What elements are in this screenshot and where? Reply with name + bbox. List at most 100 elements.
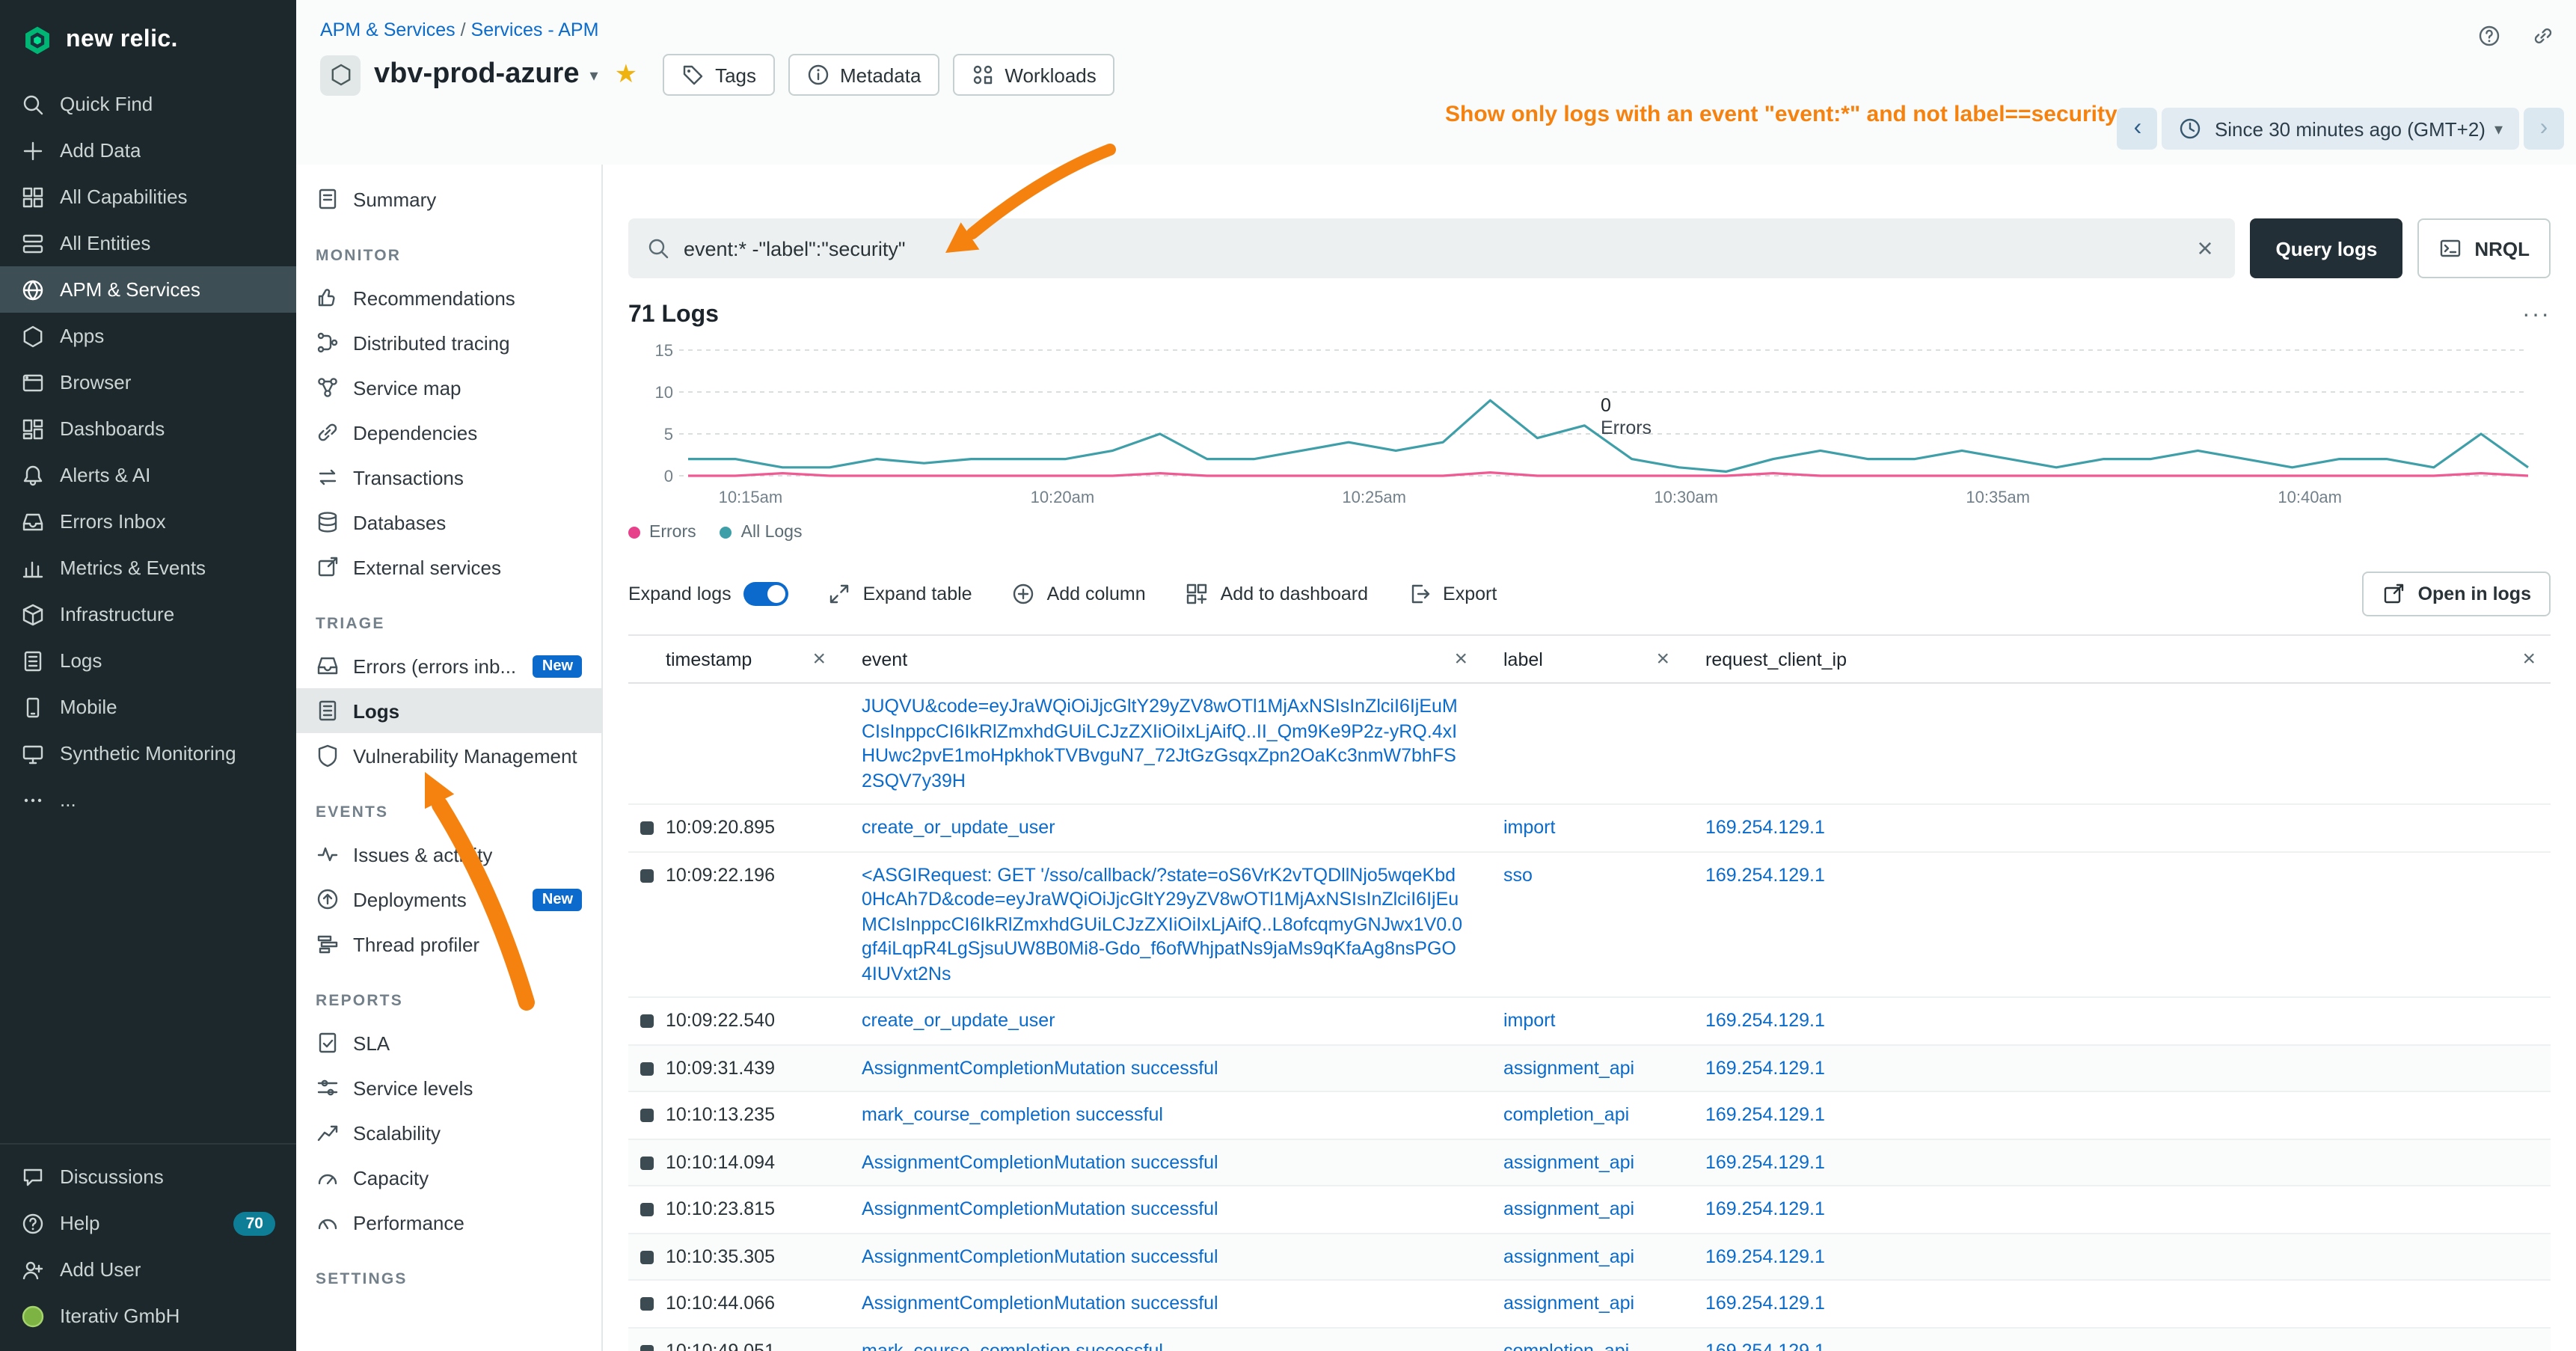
nrql-button[interactable]: NRQL [2417, 218, 2551, 278]
log-event-link[interactable]: AssignmentCompletionMutation successful [862, 1151, 1218, 1172]
sidebar-item-errors-inbox[interactable]: Errors Inbox [0, 498, 296, 545]
log-row[interactable]: 10:10:44.066 AssignmentCompletionMutatio… [628, 1281, 2551, 1328]
column-header-request-client-ip[interactable]: request_client_ip× [1684, 636, 2551, 682]
sidebar-item-help[interactable]: Help70 [0, 1200, 296, 1246]
log-label-link[interactable]: completion_api [1503, 1104, 1629, 1125]
sidebar-item-add-user[interactable]: Add User [0, 1246, 296, 1293]
log-query-input[interactable] [684, 237, 2179, 260]
subnav-item-summary[interactable]: Summary [296, 177, 601, 221]
tags-button[interactable]: Tags [663, 54, 774, 96]
log-ip-link[interactable]: 169.254.129.1 [1705, 1010, 1825, 1031]
query-logs-button[interactable]: Query logs [2250, 218, 2402, 278]
remove-column-icon[interactable]: × [1656, 648, 1669, 670]
log-event-link[interactable]: AssignmentCompletionMutation successful [862, 1198, 1218, 1219]
expand-table-button[interactable]: Expand table [827, 582, 972, 606]
subnav-item-capacity[interactable]: Capacity [296, 1155, 601, 1200]
toggle-on-icon[interactable] [743, 582, 788, 606]
copy-link-icon[interactable] [2525, 18, 2561, 54]
sidebar-item-discussions[interactable]: Discussions [0, 1154, 296, 1200]
subnav-item-errors-errors-inb[interactable]: Errors (errors inb...New [296, 643, 601, 688]
sidebar-item-iterativ-gmbh[interactable]: Iterativ GmbH [0, 1293, 296, 1339]
log-row[interactable]: 10:10:35.305 AssignmentCompletionMutatio… [628, 1234, 2551, 1281]
log-row[interactable]: 10:10:49.051 mark_course_completion succ… [628, 1328, 2551, 1351]
log-label-link[interactable]: completion_api [1503, 1340, 1629, 1351]
subnav-item-issues-activity[interactable]: Issues & activity [296, 832, 601, 877]
remove-column-icon[interactable]: × [2522, 648, 2536, 670]
log-label-link[interactable]: import [1503, 817, 1555, 838]
legend-item-errors[interactable]: Errors [628, 524, 696, 542]
help-circle-icon[interactable] [2471, 18, 2507, 54]
subnav-item-sla[interactable]: SLA [296, 1020, 601, 1065]
log-ip-link[interactable]: 169.254.129.1 [1705, 1198, 1825, 1219]
subnav-item-scalability[interactable]: Scalability [296, 1110, 601, 1155]
log-row[interactable]: 10:10:14.094 AssignmentCompletionMutatio… [628, 1139, 2551, 1186]
log-ip-link[interactable]: 169.254.129.1 [1705, 1340, 1825, 1351]
log-row[interactable]: 10:09:20.895 create_or_update_user impor… [628, 805, 2551, 852]
log-label-link[interactable]: assignment_api [1503, 1198, 1634, 1219]
favorite-star-icon[interactable]: ★ [615, 60, 638, 90]
subnav-item-external-services[interactable]: External services [296, 545, 601, 589]
sidebar-item-infrastructure[interactable]: Infrastructure [0, 591, 296, 637]
sidebar-item-metrics-events[interactable]: Metrics & Events [0, 545, 296, 591]
subnav-item-distributed-tracing[interactable]: Distributed tracing [296, 320, 601, 365]
sidebar-item-apm-services[interactable]: APM & Services [0, 266, 296, 313]
subnav-item-service-map[interactable]: Service map [296, 365, 601, 410]
log-label-link[interactable]: assignment_api [1503, 1246, 1634, 1266]
column-header-event[interactable]: event× [841, 636, 1482, 682]
entity-name[interactable]: vbv-prod-azure [374, 58, 580, 91]
sidebar-item-all-capabilities[interactable]: All Capabilities [0, 174, 296, 220]
open-in-logs-button[interactable]: Open in logs [2363, 572, 2551, 616]
log-row[interactable]: 10:10:13.235 mark_course_completion succ… [628, 1092, 2551, 1139]
log-row[interactable]: 10:09:22.196 <ASGIRequest: GET '/sso/cal… [628, 852, 2551, 998]
log-ip-link[interactable]: 169.254.129.1 [1705, 1246, 1825, 1266]
log-ip-link[interactable]: 169.254.129.1 [1705, 817, 1825, 838]
log-row[interactable]: JUQVU&code=eyJraWQiOiJjcGltY29yZV8wOTl1M… [628, 684, 2551, 805]
log-ip-link[interactable]: 169.254.129.1 [1705, 1057, 1825, 1078]
add-column-button[interactable]: Add column [1011, 582, 1146, 606]
log-label-link[interactable]: import [1503, 1010, 1555, 1031]
log-row[interactable]: 10:09:31.439 AssignmentCompletionMutatio… [628, 1045, 2551, 1092]
log-event-link[interactable]: <ASGIRequest: GET '/sso/callback/?state=… [862, 864, 1462, 984]
sidebar-item-dashboards[interactable]: Dashboards [0, 405, 296, 452]
remove-column-icon[interactable]: × [1454, 648, 1468, 670]
subnav-item-transactions[interactable]: Transactions [296, 455, 601, 500]
remove-column-icon[interactable]: × [812, 648, 826, 670]
subnav-item-performance[interactable]: Performance [296, 1200, 601, 1245]
sidebar-item-alerts-ai[interactable]: Alerts & AI [0, 452, 296, 498]
subnav-item-deployments[interactable]: DeploymentsNew [296, 877, 601, 922]
sidebar-item-browser[interactable]: Browser [0, 359, 296, 405]
log-event-link[interactable]: create_or_update_user [862, 817, 1055, 838]
log-event-link[interactable]: JUQVU&code=eyJraWQiOiJjcGltY29yZV8wOTl1M… [862, 696, 1458, 791]
subnav-item-service-levels[interactable]: Service levels [296, 1065, 601, 1110]
column-header-timestamp[interactable]: timestamp× [628, 636, 841, 682]
subnav-item-databases[interactable]: Databases [296, 500, 601, 545]
log-label-link[interactable]: assignment_api [1503, 1293, 1634, 1314]
log-event-link[interactable]: mark_course_completion successful [862, 1340, 1163, 1351]
expand-logs-toggle[interactable]: Expand logs [628, 582, 788, 606]
log-ip-link[interactable]: 169.254.129.1 [1705, 1293, 1825, 1314]
new-relic-logo[interactable]: new relic. [0, 0, 296, 81]
column-header-label[interactable]: label× [1482, 636, 1684, 682]
log-event-link[interactable]: mark_course_completion successful [862, 1104, 1163, 1125]
export-button[interactable]: Export [1407, 582, 1497, 606]
sidebar-item-logs[interactable]: Logs [0, 637, 296, 684]
subnav-item-dependencies[interactable]: Dependencies [296, 410, 601, 455]
log-label-link[interactable]: assignment_api [1503, 1151, 1634, 1172]
log-label-link[interactable]: assignment_api [1503, 1057, 1634, 1078]
log-event-link[interactable]: AssignmentCompletionMutation successful [862, 1246, 1218, 1266]
subnav-item-vulnerability-management[interactable]: Vulnerability Management [296, 733, 601, 778]
sidebar-item-quick-find[interactable]: Quick Find [0, 81, 296, 127]
subnav-item-logs[interactable]: Logs [296, 688, 601, 733]
time-back-button[interactable]: ‹ [2117, 108, 2158, 150]
sidebar-item-synthetic-monitoring[interactable]: Synthetic Monitoring [0, 730, 296, 776]
more-options-icon[interactable]: ··· [2522, 302, 2551, 329]
log-ip-link[interactable]: 169.254.129.1 [1705, 1151, 1825, 1172]
log-ip-link[interactable]: 169.254.129.1 [1705, 1104, 1825, 1125]
sidebar-item-item[interactable]: ... [0, 776, 296, 823]
time-forward-button[interactable]: › [2524, 108, 2564, 150]
time-range-selector[interactable]: Since 30 minutes ago (GMT+2) ▾ [2162, 108, 2519, 150]
sidebar-item-all-entities[interactable]: All Entities [0, 220, 296, 266]
breadcrumb-link-services[interactable]: Services - APM [471, 19, 599, 40]
log-event-link[interactable]: AssignmentCompletionMutation successful [862, 1057, 1218, 1078]
metadata-button[interactable]: Metadata [788, 54, 939, 96]
